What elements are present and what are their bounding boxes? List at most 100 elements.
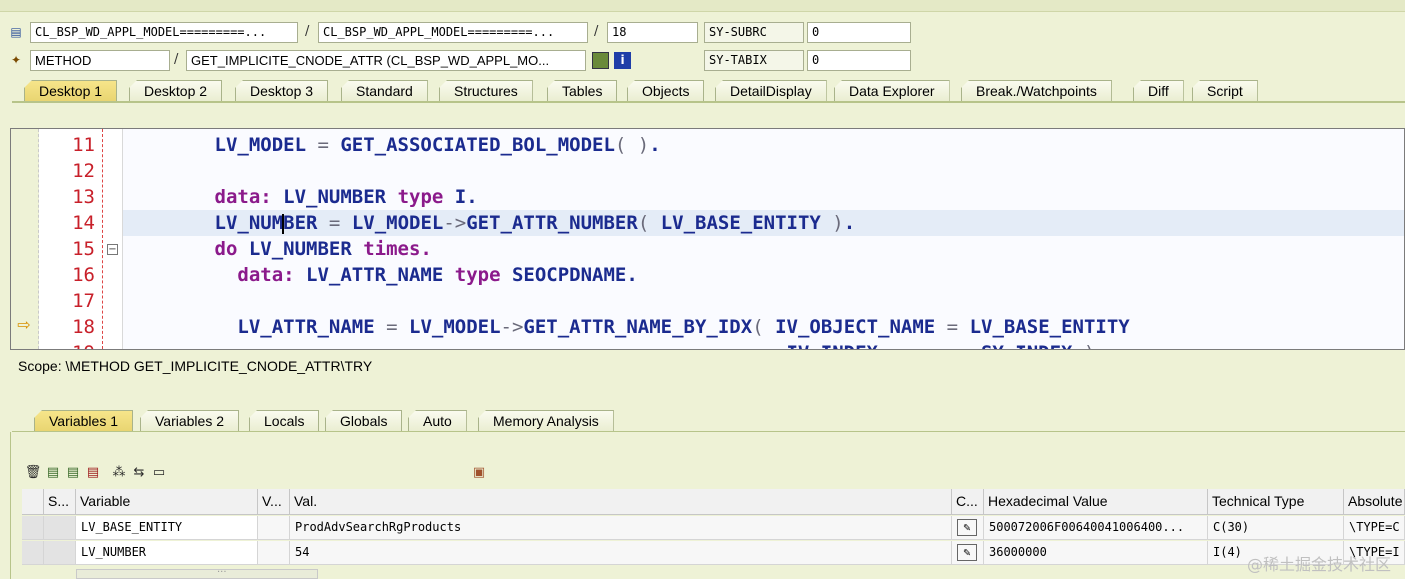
fold-toggle-icon[interactable]: −: [107, 244, 118, 255]
code-line: do LV_NUMBER times.: [123, 238, 432, 260]
window-top-strip: [0, 0, 1405, 12]
code-line-breakpoint: LV_ATTR_NAME = LV_MODEL->GET_ATTR_NAME_B…: [123, 316, 1130, 338]
code-line: data: LV_NUMBER type I.: [123, 186, 478, 208]
line-number: 11: [72, 134, 95, 156]
row-selector[interactable]: [22, 516, 44, 540]
tab-variables-1[interactable]: Variables 1: [34, 410, 134, 432]
value-cell[interactable]: 54: [290, 541, 952, 565]
variable-name-cell[interactable]: LV_BASE_ENTITY: [76, 516, 258, 540]
row-status: [44, 516, 76, 540]
variables-tabbar: Variables 1 Variables 2 Locals Globals A…: [0, 408, 1405, 432]
edit-pencil-icon[interactable]: ✎: [957, 544, 977, 561]
append-row-icon[interactable]: ▤: [65, 464, 81, 480]
col-header-s[interactable]: S...: [44, 489, 76, 515]
grid-horizontal-scrollbar[interactable]: ...: [76, 564, 318, 579]
tab-desktop-3[interactable]: Desktop 3: [235, 80, 329, 102]
tab-detaildisplay[interactable]: DetailDisplay: [715, 80, 827, 102]
col-header-c[interactable]: C...: [952, 489, 984, 515]
desktop-tabbar: Desktop 1 Desktop 2 Desktop 3 Standard S…: [0, 78, 1405, 102]
change-cell: ✎: [952, 541, 984, 565]
code-line: data: LV_ATTR_NAME type SEOCPDNAME.: [123, 264, 638, 286]
header-row-method: ✦ METHOD / GET_IMPLICITE_CNODE_ATTR (CL_…: [0, 48, 1405, 72]
event-type-field[interactable]: METHOD: [30, 50, 170, 71]
sy-tabix-label: SY-TABIX: [704, 50, 804, 71]
tab-standard[interactable]: Standard: [341, 80, 428, 102]
code-line-current-cursor: LV_NUMBER = LV_MODEL->GET_ATTR_NUMBER( L…: [123, 210, 1404, 236]
delete-row-icon[interactable]: ▤: [85, 464, 101, 480]
include-field[interactable]: CL_BSP_WD_APPL_MODEL=========...: [318, 22, 588, 43]
tab-structures[interactable]: Structures: [439, 80, 533, 102]
source-code-panel: ⇨ 11 12 13 14 15 16 17 18 19 − LV_MODEL …: [10, 114, 1405, 350]
edit-pencil-icon[interactable]: ✎: [957, 519, 977, 536]
separator: /: [305, 24, 310, 39]
line-number: 16: [72, 264, 95, 286]
info-icon[interactable]: i: [614, 52, 631, 69]
line-number: 18: [72, 316, 95, 338]
hex-value-cell[interactable]: 36000000: [984, 541, 1208, 565]
col-header-hex[interactable]: Hexadecimal Value: [984, 489, 1208, 515]
tab-globals[interactable]: Globals: [325, 410, 403, 432]
tab-data-explorer[interactable]: Data Explorer: [834, 80, 950, 102]
scope-label: Scope: \METHOD GET_IMPLICITE_CNODE_ATTR\…: [18, 358, 373, 374]
line-number: 17: [72, 290, 95, 312]
line-number: 19: [39, 340, 103, 349]
program-icon: ▤: [10, 25, 22, 39]
method-icon: ✦: [10, 53, 22, 67]
delete-icon[interactable]: 🗑: [25, 464, 42, 480]
row-status: [44, 541, 76, 565]
save-icon[interactable]: ▣: [471, 464, 487, 480]
tab-desktop-2[interactable]: Desktop 2: [129, 80, 223, 102]
tab-locals[interactable]: Locals: [249, 410, 320, 432]
variable-name-cell[interactable]: LV_NUMBER: [76, 541, 258, 565]
technical-type-cell: C(30): [1208, 516, 1344, 540]
display-source-icon[interactable]: [592, 52, 609, 69]
method-name-field[interactable]: GET_IMPLICITE_CNODE_ATTR (CL_BSP_WD_APPL…: [186, 50, 586, 71]
value-cell[interactable]: ProdAdvSearchRgProducts: [290, 516, 952, 540]
line-number-field[interactable]: 18: [607, 22, 698, 43]
code-editor[interactable]: ⇨ 11 12 13 14 15 16 17 18 19 − LV_MODEL …: [10, 128, 1405, 350]
line-numbers: 11 12 13 14 15 16 17 18 19: [39, 129, 103, 349]
col-header-absolute[interactable]: Absolute: [1344, 489, 1405, 515]
line-number: 12: [72, 160, 95, 182]
tab-desktop-1[interactable]: Desktop 1: [24, 80, 118, 102]
line-number: 15: [72, 238, 95, 260]
structure-icon[interactable]: ⁂: [111, 464, 127, 480]
separator: /: [594, 24, 599, 39]
watermark: @稀土掘金技术社区: [1246, 555, 1391, 574]
code-area[interactable]: LV_MODEL = GET_ASSOCIATED_BOL_MODEL( ). …: [123, 129, 1404, 349]
change-cell: ✎: [952, 516, 984, 540]
v-cell: [258, 516, 290, 540]
col-header-variable[interactable]: Variable: [76, 489, 258, 515]
col-header-technical-type[interactable]: Technical Type: [1208, 489, 1344, 515]
tabbar-underline: [12, 101, 1405, 103]
tab-breakpoints[interactable]: Break./Watchpoints: [961, 80, 1112, 102]
tab-variables-2[interactable]: Variables 2: [140, 410, 240, 432]
header-row-program: ▤ CL_BSP_WD_APPL_MODEL=========... / CL_…: [0, 20, 1405, 44]
tab-objects[interactable]: Objects: [627, 80, 705, 102]
insert-row-icon[interactable]: ▤: [45, 464, 61, 480]
col-header-v[interactable]: V...: [258, 489, 290, 515]
tab-auto[interactable]: Auto: [408, 410, 467, 432]
hex-value-cell[interactable]: 500072006F00640041006400...: [984, 516, 1208, 540]
variables-toolbar: 🗑 ▤ ▤ ▤ ⁂ ⇆ ▭ ▣: [25, 462, 487, 482]
sy-subrc-value: 0: [807, 22, 911, 43]
current-line-arrow-icon: ⇨: [17, 315, 31, 334]
breakpoint-gutter[interactable]: ⇨: [11, 129, 39, 349]
row-selector[interactable]: [22, 541, 44, 565]
folder-icon[interactable]: ▭: [151, 464, 167, 480]
variables-grid: S... Variable V... Val. C... Hexadecimal…: [22, 489, 1405, 579]
absolute-type-cell: \TYPE=C: [1344, 516, 1405, 540]
grid-select-header[interactable]: [22, 489, 44, 515]
col-header-value[interactable]: Val.: [290, 489, 952, 515]
tab-diff[interactable]: Diff: [1133, 80, 1184, 102]
navigate-icon[interactable]: ⇆: [131, 464, 147, 480]
sy-tabix-value: 0: [807, 50, 911, 71]
tab-tables[interactable]: Tables: [547, 80, 618, 102]
tab-memory-analysis[interactable]: Memory Analysis: [478, 410, 614, 432]
tab-script[interactable]: Script: [1192, 80, 1258, 102]
separator: /: [174, 52, 179, 67]
scroll-dots: ...: [217, 564, 227, 575]
main-program-field[interactable]: CL_BSP_WD_APPL_MODEL=========...: [30, 22, 298, 43]
